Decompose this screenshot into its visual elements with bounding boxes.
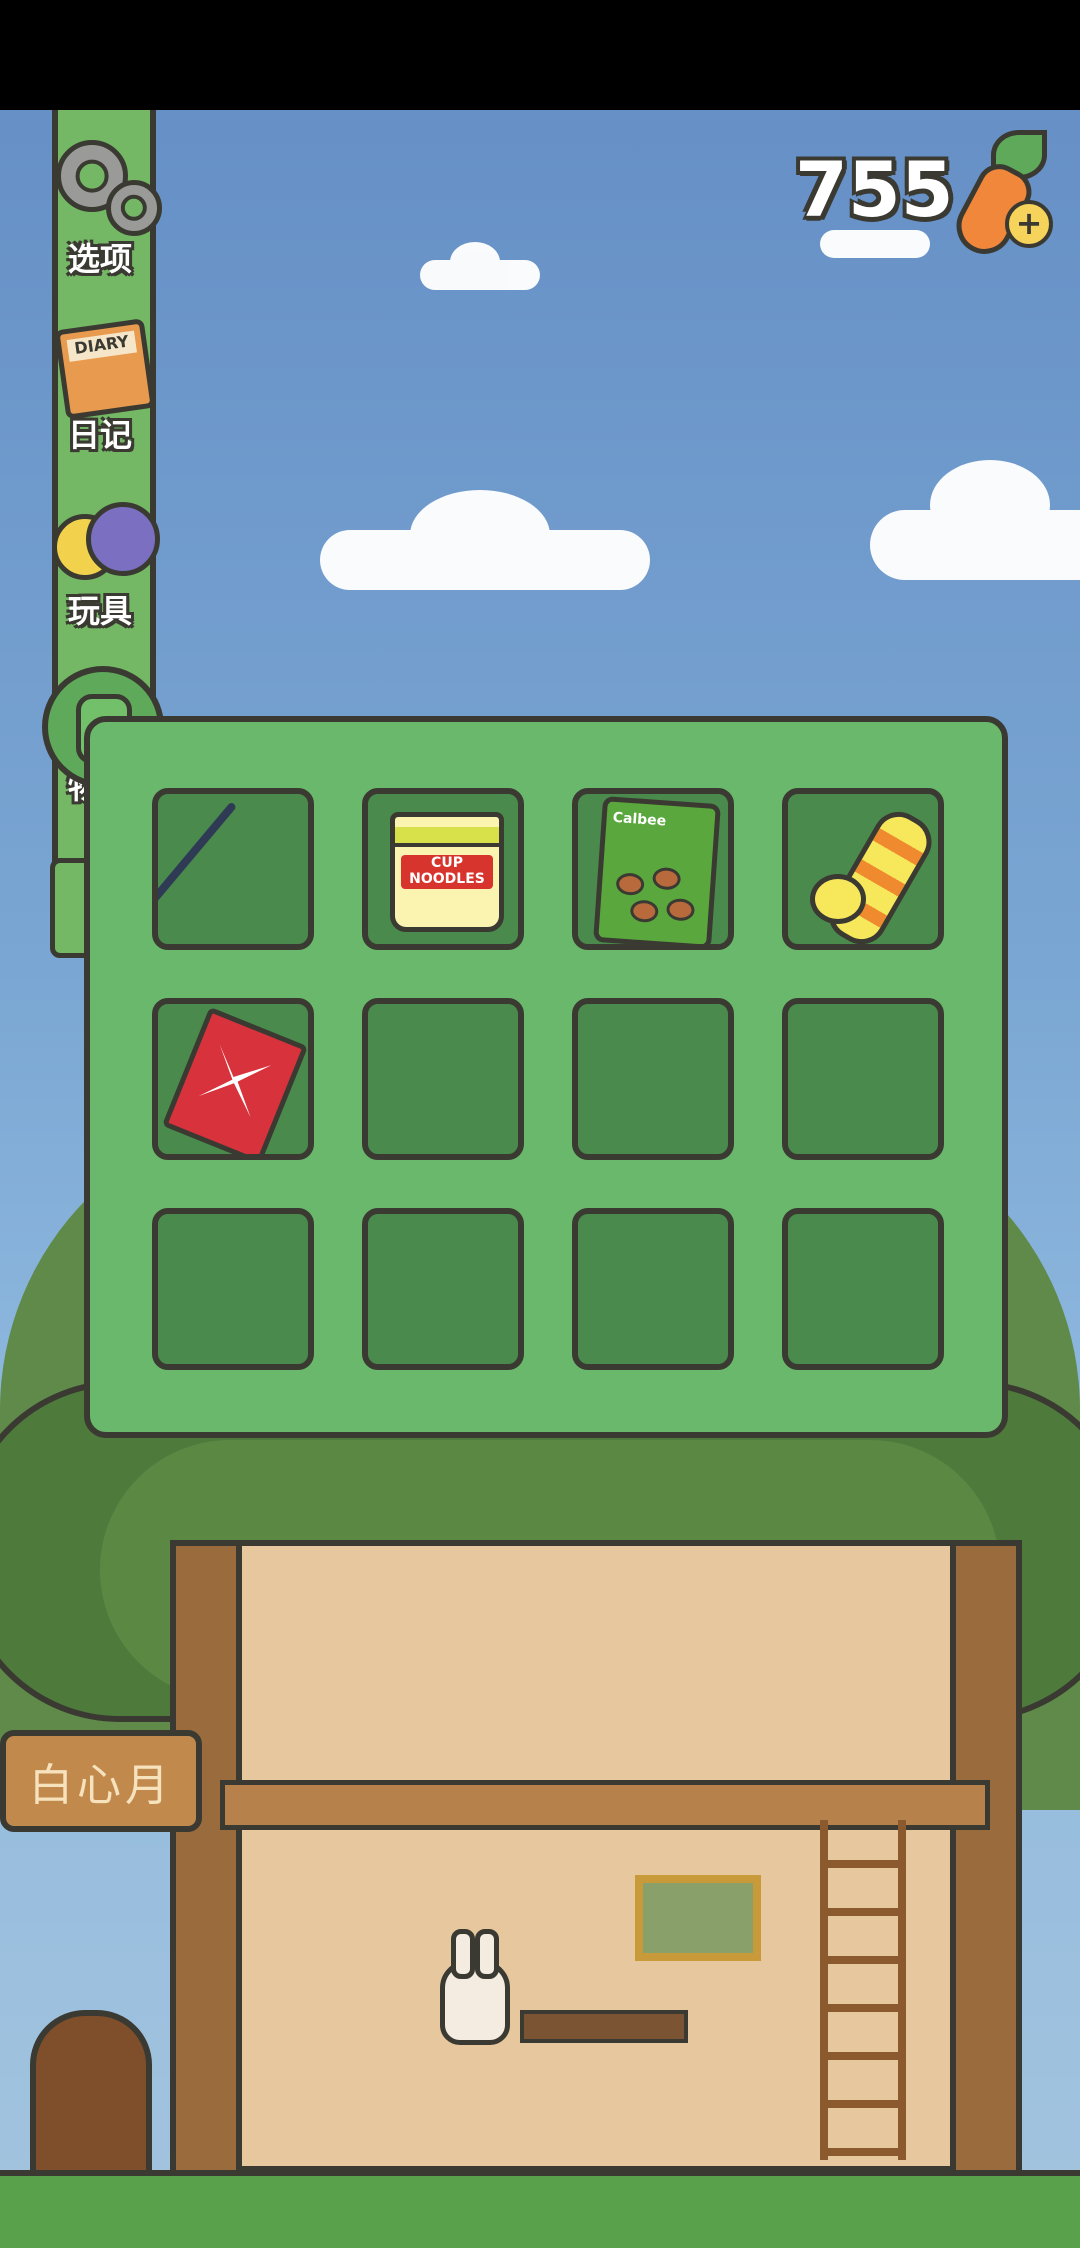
carrot-count: 755: [795, 145, 954, 234]
chips-bag-icon: Calbee: [593, 796, 721, 944]
inventory-slot-2[interactable]: CUP NOODLES: [362, 788, 524, 950]
sidebar-item-toys[interactable]: 玩具: [20, 480, 180, 632]
inventory-slot-9[interactable]: [152, 1208, 314, 1370]
front-door: [30, 2010, 152, 2192]
red-card-icon: [161, 1006, 308, 1154]
rabbit-character[interactable]: [440, 1929, 510, 2045]
table: [520, 2010, 688, 2043]
inventory-slot-3[interactable]: Calbee: [572, 788, 734, 950]
inventory-slot-7[interactable]: [572, 998, 734, 1160]
inventory-slot-10[interactable]: [362, 1208, 524, 1370]
swim-ring-icon: [810, 802, 938, 944]
cup-noodles-icon: CUP NOODLES: [390, 812, 504, 932]
toy-balls-icon: [40, 480, 160, 600]
cup-noodles-text: CUP NOODLES: [401, 855, 493, 889]
inventory-slot-5[interactable]: [152, 998, 314, 1160]
gear-icon: [40, 128, 162, 248]
sidebar-item-diary[interactable]: DIARY 日记: [20, 304, 180, 456]
inventory-slot-6[interactable]: [362, 998, 524, 1160]
status-bar: [0, 0, 1080, 110]
inventory-panel: CUP NOODLES Calbee: [84, 716, 1008, 1438]
cloud: [820, 230, 930, 258]
inventory-slot-4[interactable]: [782, 788, 944, 950]
chips-brand: Calbee: [612, 809, 667, 830]
plus-icon: +: [1005, 200, 1053, 248]
inventory-slot-11[interactable]: [572, 1208, 734, 1370]
carrot-add-button[interactable]: +: [946, 130, 1055, 264]
cloud: [320, 490, 650, 590]
tree-trunk-left: [170, 1540, 242, 2182]
ladder: [820, 1820, 906, 2160]
diary-cover-text: DIARY: [66, 330, 137, 362]
wall-painting: [635, 1875, 761, 1961]
inventory-slot-8[interactable]: [782, 998, 944, 1160]
inventory-slot-1[interactable]: [152, 788, 314, 950]
fishing-rod-icon: [158, 801, 290, 924]
inventory-slot-12[interactable]: [782, 1208, 944, 1370]
diary-icon: DIARY: [40, 304, 160, 424]
tree-trunk-right: [950, 1540, 1022, 2182]
cloud: [870, 460, 1080, 580]
grass: [0, 2170, 1080, 2248]
cloud: [420, 242, 540, 290]
sidebar-item-options[interactable]: 选项: [20, 128, 180, 280]
name-sign: 白心月: [0, 1730, 202, 1832]
